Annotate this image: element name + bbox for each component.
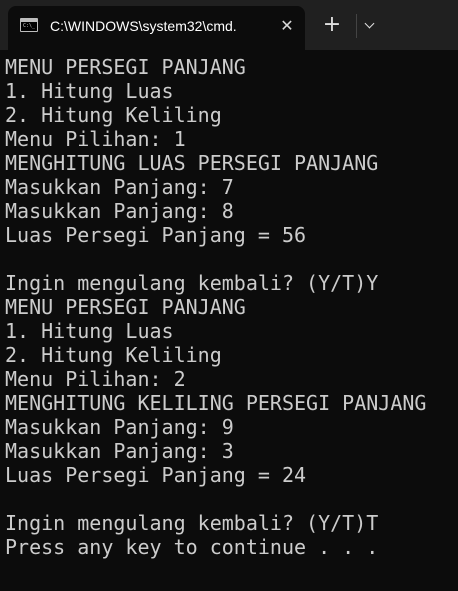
terminal-line: Luas Persegi Panjang = 24 xyxy=(5,463,307,487)
terminal-line: Menu Pilihan: 2 xyxy=(5,367,186,391)
terminal-line: MENGHITUNG LUAS PERSEGI PANJANG xyxy=(5,151,379,175)
close-tab-button[interactable]: ✕ xyxy=(276,15,298,37)
title-bar: C:\_ C:\WINDOWS\system32\cmd. ✕ + xyxy=(0,0,458,50)
tab-cmd[interactable]: C:\_ C:\WINDOWS\system32\cmd. ✕ xyxy=(8,6,305,50)
new-tab-button[interactable]: + xyxy=(318,14,346,38)
terminal-line: Masukkan Panjang: 9 xyxy=(5,415,234,439)
terminal-line: 1. Hitung Luas xyxy=(5,79,174,103)
terminal-line: Luas Persegi Panjang = 56 xyxy=(5,223,307,247)
tab-title: C:\WINDOWS\system32\cmd. xyxy=(50,18,237,34)
terminal-line: Masukkan Panjang: 3 xyxy=(5,439,234,463)
terminal-line: Ingin mengulang kembali? (Y/T)Y xyxy=(5,271,379,295)
terminal-line: Menu Pilihan: 1 xyxy=(5,127,186,151)
chevron-down-icon xyxy=(364,18,375,29)
terminal-line: MENU PERSEGI PANJANG xyxy=(5,55,246,79)
terminal-line: Press any key to continue . . . xyxy=(5,535,379,559)
cmd-icon-text: C:\_ xyxy=(23,23,36,29)
tab-dropdown-button[interactable] xyxy=(356,14,383,38)
terminal-window: C:\_ C:\WINDOWS\system32\cmd. ✕ + MENU P… xyxy=(0,0,458,591)
terminal-line: Masukkan Panjang: 7 xyxy=(5,175,234,199)
terminal-line: MENGHITUNG KELILING PERSEGI PANJANG xyxy=(5,391,427,415)
terminal-output[interactable]: MENU PERSEGI PANJANG 1. Hitung Luas 2. Hit… xyxy=(5,55,453,585)
terminal-line: 1. Hitung Luas xyxy=(5,319,174,343)
terminal-line: Masukkan Panjang: 8 xyxy=(5,199,234,223)
cmd-icon: C:\_ xyxy=(20,18,38,32)
terminal-line: 2. Hitung Keliling xyxy=(5,343,222,367)
terminal-line: 2. Hitung Keliling xyxy=(5,103,222,127)
terminal-line: MENU PERSEGI PANJANG xyxy=(5,295,246,319)
terminal-line: Ingin mengulang kembali? (Y/T)T xyxy=(5,511,379,535)
